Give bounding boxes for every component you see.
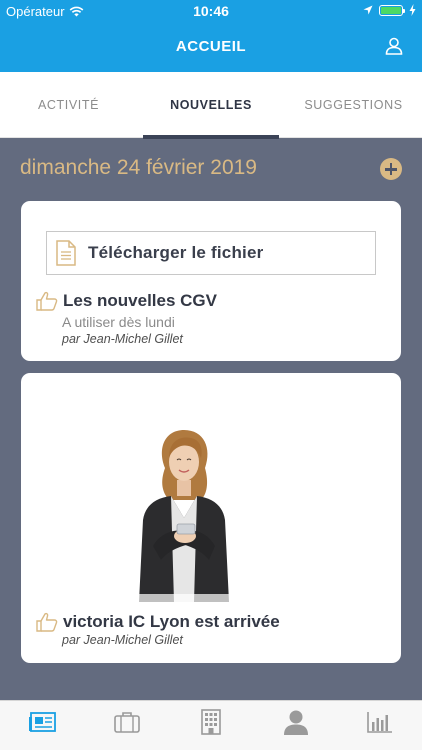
news-card[interactable]: victoria IC Lyon est arrivée par Jean-Mi… <box>21 373 401 663</box>
battery-icon <box>379 4 405 16</box>
post-author: par Jean-Michel Gillet <box>62 633 183 647</box>
status-bar: Opérateur 10:46 <box>0 0 422 22</box>
status-right <box>363 4 416 16</box>
post-title: victoria IC Lyon est arrivée <box>63 612 280 631</box>
page-title: ACCUEIL <box>175 38 247 55</box>
app-header: Opérateur 10:46 ACCUEIL <box>0 0 422 72</box>
post-title: Les nouvelles CGV <box>63 291 217 310</box>
post-title-row: victoria IC Lyon est arrivée <box>36 612 280 632</box>
download-file-button[interactable]: Télécharger le fichier <box>46 231 376 275</box>
tab-nouvelles[interactable]: NOUVELLES <box>143 72 279 139</box>
post-author: par Jean-Michel Gillet <box>62 332 183 346</box>
download-file-label: Télécharger le fichier <box>88 243 264 262</box>
person-photo <box>131 430 237 602</box>
briefcase-icon[interactable] <box>112 709 142 735</box>
feed-date: dimanche 24 février 2019 <box>20 156 257 179</box>
post-subtitle: A utiliser dès lundi <box>62 314 175 330</box>
thumbs-up-icon[interactable] <box>36 291 58 311</box>
tab-suggestions[interactable]: SUGGESTIONS <box>285 72 422 138</box>
news-icon[interactable] <box>28 709 58 735</box>
tab-activite[interactable]: ACTIVITÉ <box>0 72 137 138</box>
building-icon[interactable] <box>196 709 226 735</box>
top-tabs: ACTIVITÉ NOUVELLES SUGGESTIONS <box>0 72 422 139</box>
charging-bolt-icon <box>409 4 416 16</box>
thumbs-up-icon[interactable] <box>36 612 58 632</box>
clock: 10:46 <box>193 3 229 19</box>
chart-icon[interactable] <box>365 709 395 735</box>
news-card[interactable]: Télécharger le fichier Les nouvelles CGV… <box>21 201 401 361</box>
plus-circle-icon[interactable] <box>380 158 402 180</box>
post-title-row: Les nouvelles CGV <box>36 291 217 311</box>
document-icon <box>56 240 76 266</box>
user-icon[interactable] <box>384 36 404 56</box>
location-arrow-icon <box>363 5 373 15</box>
person-icon[interactable] <box>281 709 311 735</box>
bottom-tab-bar <box>0 700 422 750</box>
